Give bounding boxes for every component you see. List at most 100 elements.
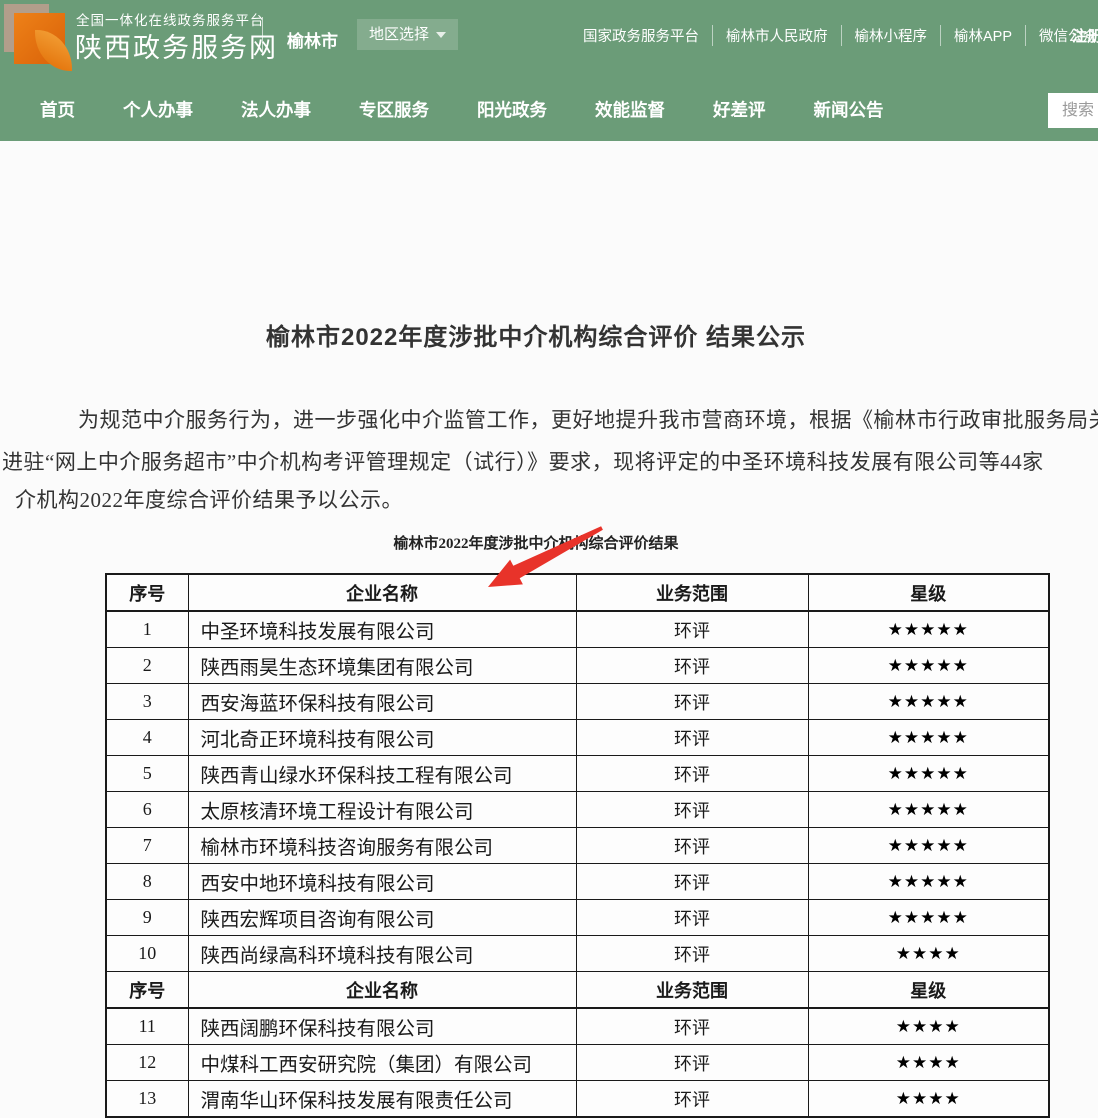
star-rating-cell: ★★★★★: [808, 864, 1049, 900]
table-row: 11陕西阔鹏环保科技有限公司环评★★★★: [106, 1008, 1049, 1045]
header-link[interactable]: 榆林小程序: [842, 25, 942, 46]
row-number-cell: 8: [106, 864, 188, 900]
star-rating-cell: ★★★★: [808, 1081, 1049, 1118]
company-name-cell: 太原核清环境工程设计有限公司: [188, 792, 576, 828]
company-name-cell: 渭南华山环保科技发展有限责任公司: [188, 1081, 576, 1118]
company-name-cell: 河北奇正环境科技有限公司: [188, 720, 576, 756]
row-number-cell: 9: [106, 900, 188, 936]
table-row: 2陕西雨昊生态环境集团有限公司环评★★★★★: [106, 648, 1049, 684]
nav-item[interactable]: 个人办事: [123, 97, 193, 122]
nav-item[interactable]: 新闻公告: [814, 97, 884, 122]
row-number-cell: 6: [106, 792, 188, 828]
column-header: 序号: [106, 574, 188, 611]
company-name-cell: 陕西阔鹏环保科技有限公司: [188, 1008, 576, 1045]
register-link[interactable]: 注册: [1072, 25, 1098, 46]
column-header: 企业名称: [188, 574, 576, 611]
column-header: 业务范围: [576, 574, 808, 611]
row-number-cell: 2: [106, 648, 188, 684]
site-logo-icon: [14, 13, 65, 64]
nav-item[interactable]: 效能监督: [595, 97, 665, 122]
business-scope-cell: 环评: [576, 611, 808, 648]
star-rating-cell: ★★★★★: [808, 720, 1049, 756]
evaluation-table-body: 序号企业名称业务范围星级1中圣环境科技发展有限公司环评★★★★★2陕西雨昊生态环…: [106, 574, 1049, 1117]
table-header-row: 序号企业名称业务范围星级: [106, 574, 1049, 611]
company-name-cell: 陕西尚绿高科环境科技有限公司: [188, 936, 576, 972]
company-name-cell: 陕西青山绿水环保科技工程有限公司: [188, 756, 576, 792]
region-selector-label: 地区选择: [369, 26, 429, 43]
business-scope-cell: 环评: [576, 1081, 808, 1118]
leaf-icon: [35, 30, 72, 71]
table-row: 4河北奇正环境科技有限公司环评★★★★★: [106, 720, 1049, 756]
table-row: 12中煤科工西安研究院（集团）有限公司环评★★★★: [106, 1045, 1049, 1081]
region-selector-button[interactable]: 地区选择: [357, 19, 458, 50]
star-rating-cell: ★★★★★: [808, 900, 1049, 936]
company-name-cell: 陕西雨昊生态环境集团有限公司: [188, 648, 576, 684]
table-row: 10陕西尚绿高科环境科技有限公司环评★★★★: [106, 936, 1049, 972]
star-rating-cell: ★★★★★: [808, 611, 1049, 648]
business-scope-cell: 环评: [576, 900, 808, 936]
chevron-down-icon: [436, 32, 446, 38]
header-links: 国家政务服务平台榆林市人民政府榆林小程序榆林APP微信公众号: [570, 25, 1098, 46]
row-number-cell: 7: [106, 828, 188, 864]
star-rating-cell: ★★★★★: [808, 684, 1049, 720]
row-number-cell: 3: [106, 684, 188, 720]
column-header: 序号: [106, 972, 188, 1009]
row-number-cell: 12: [106, 1045, 188, 1081]
nav-item[interactable]: 法人办事: [241, 97, 311, 122]
header-link[interactable]: 榆林市人民政府: [713, 25, 842, 46]
business-scope-cell: 环评: [576, 684, 808, 720]
table-row: 8西安中地环境科技有限公司环评★★★★★: [106, 864, 1049, 900]
business-scope-cell: 环评: [576, 792, 808, 828]
evaluation-table: 序号企业名称业务范围星级1中圣环境科技发展有限公司环评★★★★★2陕西雨昊生态环…: [105, 573, 1050, 1118]
company-name-cell: 西安海蓝环保科技有限公司: [188, 684, 576, 720]
company-name-cell: 陕西宏辉项目咨询有限公司: [188, 900, 576, 936]
row-number-cell: 4: [106, 720, 188, 756]
business-scope-cell: 环评: [576, 648, 808, 684]
table-header-row: 序号企业名称业务范围星级: [106, 972, 1049, 1009]
star-rating-cell: ★★★★★: [808, 792, 1049, 828]
business-scope-cell: 环评: [576, 720, 808, 756]
star-rating-cell: ★★★★★: [808, 648, 1049, 684]
column-header: 星级: [808, 972, 1049, 1009]
table-caption: 榆林市2022年度涉批中介机构综合评价结果: [0, 532, 1072, 553]
main-nav: 首页 个人办事 法人办事 专区服务 阳光政务 效能监督 好差评 新闻公告: [40, 97, 884, 122]
row-number-cell: 1: [106, 611, 188, 648]
column-header: 星级: [808, 574, 1049, 611]
divider: [262, 17, 263, 55]
row-number-cell: 13: [106, 1081, 188, 1118]
table-row: 9陕西宏辉项目咨询有限公司环评★★★★★: [106, 900, 1049, 936]
paragraph-line: 进驻“网上中介服务超市”中介机构考评管理规定（试行）》要求，现将评定的中圣环境科…: [2, 446, 1044, 476]
header-link[interactable]: 国家政务服务平台: [570, 25, 713, 46]
star-rating-cell: ★★★★: [808, 1045, 1049, 1081]
company-name-cell: 榆林市环境科技咨询服务有限公司: [188, 828, 576, 864]
page-title: 榆林市2022年度涉批中介机构综合评价 结果公示: [0, 317, 1072, 352]
business-scope-cell: 环评: [576, 1008, 808, 1045]
business-scope-cell: 环评: [576, 936, 808, 972]
nav-item[interactable]: 专区服务: [359, 97, 429, 122]
row-number-cell: 5: [106, 756, 188, 792]
site-header: 全国一体化在线政务服务平台 陕西政务服务网 榆林市 地区选择 国家政务服务平台榆…: [0, 0, 1098, 141]
table-row: 3西安海蓝环保科技有限公司环评★★★★★: [106, 684, 1049, 720]
nav-item[interactable]: 阳光政务: [477, 97, 547, 122]
company-name-cell: 中煤科工西安研究院（集团）有限公司: [188, 1045, 576, 1081]
table-row: 7榆林市环境科技咨询服务有限公司环评★★★★★: [106, 828, 1049, 864]
search-input[interactable]: [1048, 93, 1098, 128]
business-scope-cell: 环评: [576, 828, 808, 864]
star-rating-cell: ★★★★★: [808, 828, 1049, 864]
nav-item[interactable]: 首页: [40, 97, 75, 122]
table-row: 1中圣环境科技发展有限公司环评★★★★★: [106, 611, 1049, 648]
table-row: 13渭南华山环保科技发展有限责任公司环评★★★★: [106, 1081, 1049, 1118]
current-city-label: 榆林市: [287, 27, 338, 52]
row-number-cell: 11: [106, 1008, 188, 1045]
company-name-cell: 西安中地环境科技有限公司: [188, 864, 576, 900]
table-row: 5陕西青山绿水环保科技工程有限公司环评★★★★★: [106, 756, 1049, 792]
company-name-cell: 中圣环境科技发展有限公司: [188, 611, 576, 648]
article-content: 榆林市2022年度涉批中介机构综合评价 结果公示 为规范中介服务行为，进一步强化…: [0, 141, 1098, 947]
paragraph-line: 为规范中介服务行为，进一步强化中介监管工作，更好地提升我市营商环境，根据《榆林市…: [78, 404, 1098, 434]
header-link[interactable]: 榆林APP: [941, 25, 1026, 46]
star-rating-cell: ★★★★: [808, 936, 1049, 972]
star-rating-cell: ★★★★★: [808, 756, 1049, 792]
nav-item[interactable]: 好差评: [713, 97, 766, 122]
row-number-cell: 10: [106, 936, 188, 972]
column-header: 业务范围: [576, 972, 808, 1009]
